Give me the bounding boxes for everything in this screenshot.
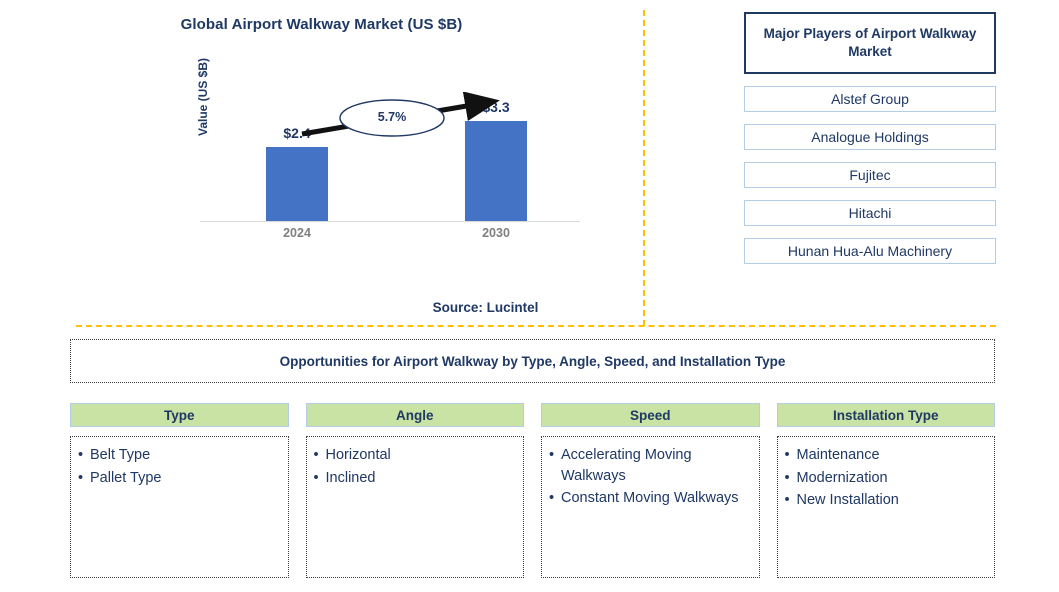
y-axis-label: Value (US $B)	[196, 57, 210, 136]
list-item: Inclined	[313, 468, 518, 489]
category-label-2030: 2030	[482, 226, 510, 240]
player-item-analogue-holdings[interactable]: Analogue Holdings	[744, 124, 996, 150]
horizontal-divider	[76, 325, 996, 327]
bullet-list-installation-type: Maintenance Modernization New Installati…	[784, 445, 989, 511]
opportunity-columns: Type Belt Type Pallet Type Angle Horizon…	[70, 403, 995, 578]
infographic-page: Global Airport Walkway Market (US $B) Va…	[0, 0, 1059, 592]
list-item: Maintenance	[784, 445, 989, 466]
column-header-type: Type	[70, 403, 289, 427]
bullet-list-angle: Horizontal Inclined	[313, 445, 518, 488]
source-label: Source: Lucintel	[432, 300, 539, 315]
player-item-hunan-hua-alu-machinery[interactable]: Hunan Hua-Alu Machinery	[744, 238, 996, 264]
major-players-panel: Major Players of Airport Walkway Market …	[744, 12, 996, 264]
opportunity-column-installation-type: Installation Type Maintenance Modernizat…	[776, 403, 995, 578]
column-header-installation-type: Installation Type	[776, 403, 995, 427]
chart-title: Global Airport Walkway Market (US $B)	[180, 16, 463, 33]
bullet-list-speed: Accelerating Moving Walkways Constant Mo…	[548, 445, 753, 509]
list-item: Belt Type	[77, 445, 282, 466]
column-body-angle: Horizontal Inclined	[305, 436, 524, 578]
opportunity-column-speed: Speed Accelerating Moving Walkways Const…	[541, 403, 760, 578]
list-item: Accelerating Moving Walkways	[548, 445, 753, 486]
list-item: Constant Moving Walkways	[548, 488, 753, 509]
bullet-list-type: Belt Type Pallet Type	[77, 445, 282, 488]
list-item: Horizontal	[313, 445, 518, 466]
list-item: Modernization	[784, 468, 989, 489]
vertical-divider	[643, 10, 645, 326]
bar-2024	[266, 147, 328, 221]
category-label-2024: 2024	[283, 226, 311, 240]
column-body-installation-type: Maintenance Modernization New Installati…	[776, 436, 995, 578]
column-header-speed: Speed	[541, 403, 760, 427]
opportunities-banner: Opportunities for Airport Walkway by Typ…	[70, 339, 995, 383]
column-body-speed: Accelerating Moving Walkways Constant Mo…	[541, 436, 760, 578]
player-item-hitachi[interactable]: Hitachi	[744, 200, 996, 226]
market-chart-panel: Global Airport Walkway Market (US $B) Va…	[0, 0, 643, 325]
player-item-fujitec[interactable]: Fujitec	[744, 162, 996, 188]
list-item: Pallet Type	[77, 468, 282, 489]
opportunity-column-angle: Angle Horizontal Inclined	[305, 403, 524, 578]
x-axis-line	[200, 221, 580, 222]
major-players-header: Major Players of Airport Walkway Market	[744, 12, 996, 74]
cagr-value: 5.7%	[377, 110, 407, 124]
player-item-alstef-group[interactable]: Alstef Group	[744, 86, 996, 112]
list-item: New Installation	[784, 490, 989, 511]
opportunity-column-type: Type Belt Type Pallet Type	[70, 403, 289, 578]
column-body-type: Belt Type Pallet Type	[70, 436, 289, 578]
column-header-angle: Angle	[305, 403, 524, 427]
